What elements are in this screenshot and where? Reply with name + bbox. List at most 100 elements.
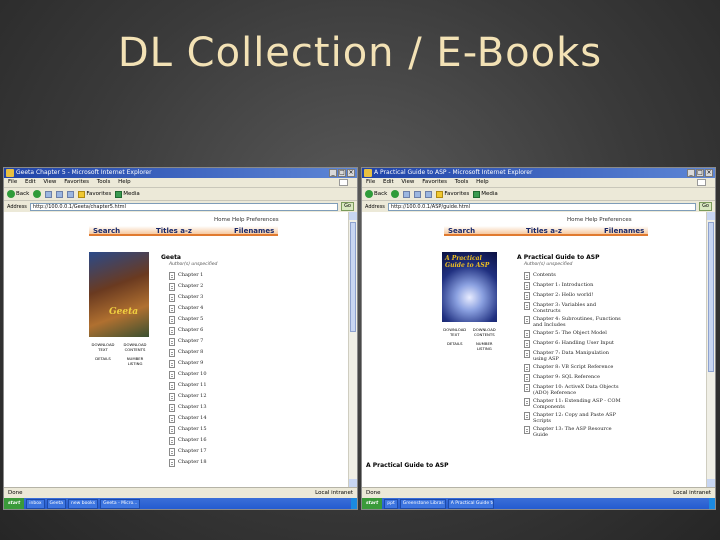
menu-view[interactable]: View [43,179,56,185]
download-contents-button[interactable]: DOWNLOAD CONTENTS [472,327,498,337]
chapter-link[interactable]: Chapter 18 [169,459,207,467]
chapter-link[interactable]: Chapter 3 [169,294,207,302]
book-cover-image[interactable]: Geeta [89,252,149,337]
chapter-link[interactable]: Chapter 15 [169,426,207,434]
download-text-button[interactable]: DOWNLOAD TEXT [442,327,468,337]
chapter-link[interactable]: Chapter 11: Extending ASP - COM Componen… [524,398,624,410]
tab-filenames[interactable]: Filenames [230,226,278,236]
vertical-scrollbar[interactable] [348,212,357,487]
go-button[interactable]: Go [699,202,712,211]
chapter-link[interactable]: Chapter 1 [169,272,207,280]
chapter-link[interactable]: Chapter 8: VB Script Reference [524,364,624,372]
chapter-link[interactable]: Chapter 7: Data Manipulation using ASP [524,350,624,362]
chapter-link[interactable]: Chapter 13 [169,404,207,412]
chapter-link[interactable]: Chapter 13: The ASP Resource Guide [524,426,624,438]
chapter-link[interactable]: Chapter 6 [169,327,207,335]
tab-titles[interactable]: Titles a-z [152,226,230,236]
chapter-link[interactable]: Chapter 5 [169,316,207,324]
book-cover-image[interactable]: A Practical Guide to ASP [442,252,497,322]
address-input[interactable]: http://100.0.0.1/ASP/guide.html [387,202,697,211]
chapter-link[interactable]: Chapter 2: Hello world! [524,292,624,300]
chapter-link[interactable]: Chapter 12 [169,393,207,401]
chapter-link[interactable]: Chapter 7 [169,338,207,346]
back-button[interactable]: Back [365,190,387,198]
number-listing-button[interactable]: NUMBER LISTING [121,356,149,366]
chapter-link[interactable]: Chapter 14 [169,415,207,423]
chapter-link[interactable]: Chapter 6: Handling User Input [524,340,624,348]
menu-file[interactable]: File [8,179,17,185]
media-button[interactable]: Media [473,190,498,198]
start-button[interactable]: start [362,498,383,509]
chapter-link[interactable]: Chapter 10: ActiveX Data Objects (ADO) R… [524,384,624,396]
menu-favorites[interactable]: Favorites [422,179,447,185]
taskbar-item[interactable]: A Practical Guide to A... [447,498,494,509]
close-icon[interactable]: × [347,169,355,177]
stop-icon[interactable] [403,190,411,198]
details-button[interactable]: DETAILS [89,356,117,366]
maximize-icon[interactable]: □ [696,169,704,177]
chapter-link[interactable]: Chapter 17 [169,448,207,456]
chapter-link[interactable]: Chapter 16 [169,437,207,445]
close-icon[interactable]: × [705,169,713,177]
menu-help[interactable]: Help [476,179,489,185]
nav-help-links[interactable]: Home Help Preferences [214,217,279,223]
home-icon[interactable] [425,190,433,198]
menu-help[interactable]: Help [118,179,131,185]
chapter-link[interactable]: Chapter 1: Introduction [524,282,624,290]
menu-tools[interactable]: Tools [455,179,469,185]
minimize-icon[interactable]: _ [329,169,337,177]
forward-arrow-icon[interactable] [391,190,400,198]
refresh-icon[interactable] [414,190,422,198]
menu-tools[interactable]: Tools [97,179,111,185]
menu-edit[interactable]: Edit [383,179,394,185]
taskbar-item[interactable]: Geeta - Micro... [100,498,141,509]
go-button[interactable]: Go [341,202,354,211]
vertical-scrollbar[interactable] [706,212,715,487]
favorites-button[interactable]: Favorites [436,190,469,198]
menu-file[interactable]: File [366,179,375,185]
chapter-link[interactable]: Chapter 5: The Object Model [524,330,624,338]
window-titlebar[interactable]: A Practical Guide to ASP - Microsoft Int… [362,168,715,178]
window-titlebar[interactable]: Geeta Chapter 5 - Microsoft Internet Exp… [4,168,357,178]
menu-favorites[interactable]: Favorites [64,179,89,185]
favorites-button[interactable]: Favorites [78,190,111,198]
tab-search[interactable]: Search [89,226,152,236]
chapter-link[interactable]: Chapter 3: Variables and Constructs [524,302,624,314]
start-button[interactable]: start [4,498,25,509]
taskbar-item[interactable]: ppt [384,498,398,509]
taskbar-item[interactable]: new books [68,498,99,509]
number-listing-button[interactable]: NUMBER LISTING [472,341,498,351]
taskbar-item[interactable]: inbox [26,498,45,509]
chapter-link[interactable]: Chapter 10 [169,371,207,379]
details-button[interactable]: DETAILS [442,341,468,351]
home-icon[interactable] [67,190,75,198]
back-button[interactable]: Back [7,190,29,198]
minimize-icon[interactable]: _ [687,169,695,177]
taskbar-item[interactable]: Geeta [46,498,67,509]
tab-filenames[interactable]: Filenames [600,226,648,236]
chapter-link[interactable]: Chapter 2 [169,283,207,291]
media-button[interactable]: Media [115,190,140,198]
menu-view[interactable]: View [401,179,414,185]
chapter-link[interactable]: Contents [524,272,624,280]
chapter-link[interactable]: Chapter 12: Copy and Paste ASP Scripts [524,412,624,424]
tab-titles[interactable]: Titles a-z [522,226,600,236]
nav-help-links[interactable]: Home Help Preferences [567,217,632,223]
download-text-button[interactable]: DOWNLOAD TEXT [89,342,117,352]
menu-bar: File Edit View Favorites Tools Help [362,178,715,188]
chapter-link[interactable]: Chapter 9: SQL Reference [524,374,624,382]
maximize-icon[interactable]: □ [338,169,346,177]
chapter-link[interactable]: Chapter 4 [169,305,207,313]
chapter-link[interactable]: Chapter 4: Subroutines, Functions and In… [524,316,624,328]
forward-arrow-icon[interactable] [33,190,42,198]
download-contents-button[interactable]: DOWNLOAD CONTENTS [121,342,149,352]
chapter-link[interactable]: Chapter 11 [169,382,207,390]
chapter-link[interactable]: Chapter 8 [169,349,207,357]
refresh-icon[interactable] [56,190,64,198]
taskbar-item[interactable]: Greenstone Librar... [399,498,446,509]
address-input[interactable]: http://100.0.0.1/Geeta/chapter5.html [29,202,339,211]
menu-edit[interactable]: Edit [25,179,36,185]
chapter-link[interactable]: Chapter 9 [169,360,207,368]
tab-search[interactable]: Search [444,226,522,236]
stop-icon[interactable] [45,190,53,198]
